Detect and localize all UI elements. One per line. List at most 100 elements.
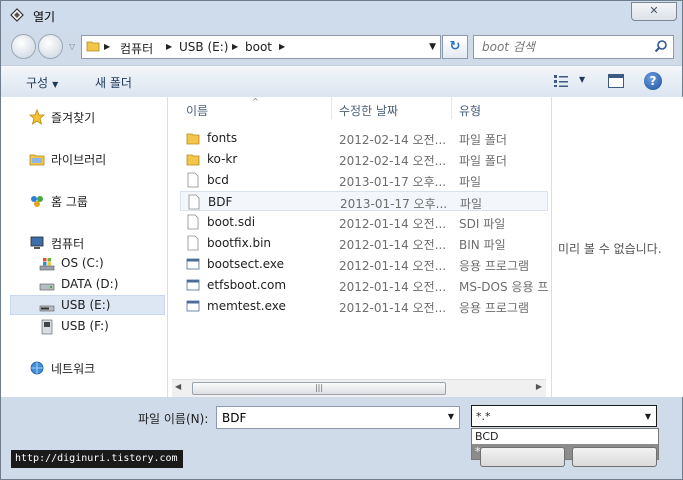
- file-row[interactable]: bcd 2013-01-17 오후... 파일: [180, 170, 548, 190]
- filetype-value: *.*: [476, 410, 491, 423]
- title-bar: 열기 ✕: [1, 1, 682, 31]
- search-input[interactable]: [480, 38, 649, 56]
- library-icon: [29, 154, 45, 166]
- sort-ascending-icon: ^: [252, 97, 259, 106]
- preview-pane: 미리 볼 수 없습니다.: [551, 97, 683, 397]
- file-name: bootfix.bin: [207, 236, 272, 250]
- chevron-right-icon[interactable]: ▶: [232, 42, 238, 51]
- file-row-hovered[interactable]: BDF 2013-01-17 오후... 파일: [180, 191, 548, 211]
- file-date: 2012-02-14 오전...: [339, 154, 447, 168]
- file-name: bcd: [207, 173, 229, 187]
- usb-drive-icon: [39, 305, 55, 312]
- open-button[interactable]: [480, 447, 565, 467]
- chevron-down-icon[interactable]: ▼: [645, 412, 651, 421]
- file-name: bootsect.exe: [207, 257, 285, 271]
- file-type: BIN 파일: [459, 238, 506, 252]
- folder-icon: [186, 133, 200, 145]
- nav-label: 홈 그룹: [51, 195, 88, 209]
- address-bar[interactable]: ▶ 컴퓨터 ▶ USB (E:) ▶ boot ▶ ▼: [81, 35, 441, 59]
- main-area: 즐겨찾기 라이브러리 홈 그룹 컴퓨터 OS (C:) DATA (D:) US…: [1, 97, 683, 397]
- file-row[interactable]: bootsect.exe 2012-01-14 오전... 응용 프로그램: [180, 254, 548, 274]
- chevron-down-icon[interactable]: ▼: [448, 412, 454, 421]
- view-dropdown-icon[interactable]: ▼: [579, 75, 585, 84]
- search-icon[interactable]: [654, 39, 668, 53]
- nav-label: 즐겨찾기: [51, 111, 96, 125]
- watermark: http://diginuri.tistory.com: [11, 450, 183, 468]
- navigation-bar: ▽ ▶ 컴퓨터 ▶ USB (E:) ▶ boot ▶ ▼ ↻: [1, 31, 682, 61]
- file-name: boot.sdi: [207, 215, 256, 229]
- folder-icon: [186, 154, 200, 166]
- back-button[interactable]: [11, 34, 36, 59]
- column-header-name[interactable]: 이름: [186, 102, 208, 119]
- view-options-icon[interactable]: [553, 74, 569, 88]
- removable-drive-icon: [41, 319, 53, 335]
- file-row[interactable]: memtest.exe 2012-01-14 오전... 응용 프로그램: [180, 296, 548, 316]
- horizontal-scrollbar[interactable]: ◀ ||| ▶: [172, 379, 546, 397]
- file-type: 파일 폴더: [459, 133, 507, 147]
- file-row[interactable]: boot.sdi 2012-01-14 오전... SDI 파일: [180, 212, 548, 232]
- breadcrumb-computer[interactable]: 컴퓨터: [120, 40, 153, 57]
- file-row[interactable]: etfsboot.com 2012-01-14 오전... MS-DOS 응용 …: [180, 275, 549, 295]
- windows-drive-icon: [39, 258, 55, 271]
- column-divider[interactable]: [451, 97, 452, 119]
- file-date: 2012-01-14 오전...: [339, 238, 447, 252]
- organize-button[interactable]: 구성 ▼: [26, 74, 58, 91]
- column-divider[interactable]: [331, 97, 332, 119]
- forward-button[interactable]: [38, 34, 63, 59]
- nav-label: USB (E:): [61, 298, 111, 312]
- filename-combobox[interactable]: ▼: [216, 406, 460, 429]
- scrollbar-thumb[interactable]: |||: [192, 382, 446, 395]
- exe-icon: [186, 300, 200, 312]
- file-type: 파일 폴더: [459, 154, 507, 168]
- search-box[interactable]: [473, 35, 674, 59]
- column-header-type[interactable]: 유형: [459, 102, 481, 119]
- chevron-right-icon[interactable]: ▶: [166, 42, 172, 51]
- file-icon: [188, 194, 200, 210]
- nav-label: 컴퓨터: [51, 237, 85, 251]
- file-icon: [187, 172, 199, 188]
- file-name: BDF: [208, 195, 233, 209]
- command-toolbar: 구성 ▼ 새 폴더 ▼ ?: [1, 65, 682, 98]
- nav-label: 네트워크: [51, 362, 96, 376]
- filetype-option[interactable]: BCD: [472, 429, 658, 444]
- breadcrumb-usb-e[interactable]: USB (E:): [179, 40, 228, 54]
- scroll-left-icon[interactable]: ◀: [175, 382, 181, 391]
- refresh-button[interactable]: ↻: [442, 35, 468, 59]
- file-date: 2013-01-17 오후...: [339, 175, 447, 189]
- filetype-select[interactable]: *.* ▼: [471, 405, 657, 427]
- exe-icon: [186, 258, 200, 270]
- hard-drive-icon: [39, 283, 55, 291]
- close-button[interactable]: ✕: [631, 2, 677, 21]
- file-icon: [187, 235, 199, 251]
- file-type: 파일: [459, 175, 482, 189]
- file-name: memtest.exe: [207, 299, 286, 313]
- file-type: 파일: [460, 197, 483, 211]
- chevron-right-icon[interactable]: ▶: [279, 42, 285, 51]
- filename-label: 파일 이름(N):: [138, 412, 209, 426]
- file-row[interactable]: bootfix.bin 2012-01-14 오전... BIN 파일: [180, 233, 548, 253]
- caret-down-icon: ▼: [52, 80, 59, 89]
- window-title: 열기: [33, 10, 56, 24]
- file-date: 2012-01-14 오전...: [339, 301, 447, 315]
- file-row[interactable]: ko-kr 2012-02-14 오전... 파일 폴더: [180, 149, 548, 169]
- filename-input[interactable]: [220, 409, 424, 427]
- file-date: 2012-02-14 오전...: [339, 133, 447, 147]
- nav-label: USB (F:): [61, 319, 109, 333]
- new-folder-button[interactable]: 새 폴더: [95, 74, 132, 91]
- column-header-date[interactable]: 수정한 날짜: [339, 102, 398, 119]
- navigation-pane: 즐겨찾기 라이브러리 홈 그룹 컴퓨터 OS (C:) DATA (D:) US…: [1, 97, 168, 397]
- chevron-right-icon[interactable]: ▶: [104, 42, 110, 51]
- breadcrumb-boot[interactable]: boot: [245, 40, 272, 54]
- scroll-right-icon[interactable]: ▶: [536, 382, 542, 391]
- homegroup-icon: [31, 196, 43, 207]
- file-row[interactable]: fonts 2012-02-14 오전... 파일 폴더: [180, 128, 548, 148]
- help-button[interactable]: ?: [644, 72, 662, 90]
- cancel-button[interactable]: [572, 447, 657, 467]
- nav-label: DATA (D:): [61, 277, 119, 291]
- address-dropdown-icon[interactable]: ▼: [429, 42, 436, 52]
- recent-pages-dropdown[interactable]: ▽: [69, 42, 75, 51]
- file-type: 응용 프로그램: [459, 259, 530, 273]
- organize-label: 구성: [26, 76, 49, 90]
- preview-pane-icon[interactable]: [608, 74, 624, 88]
- file-type: 응용 프로그램: [459, 301, 530, 315]
